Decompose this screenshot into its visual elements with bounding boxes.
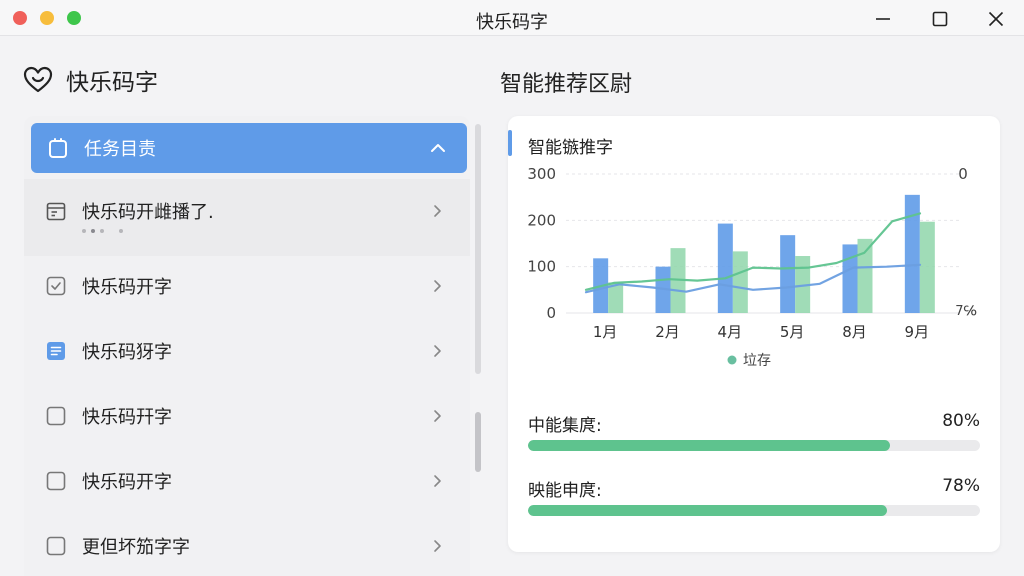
x-tick-label: 9月 <box>905 323 930 341</box>
list-item[interactable]: 快乐码幵字 <box>24 384 470 448</box>
task-list-panel: 任务目责 快乐码开雌播了. 快乐码开字 快乐码犽字 快乐码幵字 快乐码开字 更但… <box>24 116 470 576</box>
list-item[interactable]: 快乐码犽字 <box>24 319 470 383</box>
chevron-right-icon[interactable] <box>430 409 444 423</box>
stat-value: 80% <box>942 411 980 431</box>
x-tick-label: 4月 <box>718 323 743 341</box>
legend-label: 垃存 <box>743 353 771 369</box>
list-item-label: 更但坏笳字字 <box>82 537 190 558</box>
bar-series-2 <box>732 251 748 313</box>
square-icon[interactable] <box>44 404 68 428</box>
brand: 快乐码字 <box>22 64 158 96</box>
bar-series-2 <box>919 221 935 313</box>
scrollbar-thumb[interactable] <box>475 412 481 472</box>
list-item-label: 快乐码开字 <box>82 277 172 298</box>
progress-fill <box>528 505 888 516</box>
stat-value: 78% <box>942 476 980 496</box>
check-square-icon[interactable] <box>44 274 68 298</box>
list-item[interactable]: 更但坏笳字字 <box>24 514 470 576</box>
list-item-label: 快乐码幵字 <box>82 407 172 428</box>
x-tick-label: 1月 <box>593 323 618 341</box>
list-item-expanded[interactable]: 快乐码开雌播了. <box>24 179 470 256</box>
y-tick-label: 100 <box>527 258 556 276</box>
x-tick-label: 8月 <box>842 323 867 341</box>
close-icon[interactable] <box>983 6 1009 32</box>
calendar-icon <box>46 202 66 221</box>
task-group-header[interactable]: 任务目责 <box>31 123 467 173</box>
list-item[interactable]: 快乐码开字 <box>24 254 470 318</box>
y-tick-label: 300 <box>527 165 556 183</box>
bar-series-2 <box>857 238 873 313</box>
minimize-icon[interactable] <box>870 6 896 32</box>
pagination-dot-active[interactable] <box>91 229 95 233</box>
stat-label: 中能集庹: <box>528 416 602 436</box>
chevron-up-icon[interactable] <box>429 139 447 157</box>
recommend-card: 智能镞推字 300 200 100 0 0 7℅ 1月 2月 4月 5月 8月 9月 垃存 中能集庹: … <box>508 116 1000 552</box>
right-axis-label: 0 <box>958 165 968 183</box>
chevron-right-icon[interactable] <box>430 344 444 358</box>
bar-series-1 <box>842 244 858 313</box>
progress-track <box>528 505 980 516</box>
pagination-dots <box>82 229 128 233</box>
list-item-label: 快乐码开字 <box>82 472 172 493</box>
section-title: 智能推荐区尉 <box>500 72 633 97</box>
combo-chart: 300 200 100 0 0 7℅ 1月 2月 4月 5月 8月 9月垃存 <box>527 165 977 369</box>
pagination-dot[interactable] <box>119 229 123 233</box>
chevron-right-icon[interactable] <box>430 279 444 293</box>
list-scrollbar[interactable] <box>474 120 482 575</box>
chevron-right-icon[interactable] <box>430 474 444 488</box>
maximize-icon[interactable] <box>927 6 953 32</box>
bar-series-1 <box>904 194 920 313</box>
bar-series-1 <box>780 235 796 313</box>
brand-name: 快乐码字 <box>66 70 158 96</box>
progress-track <box>528 440 980 451</box>
bar-series-1 <box>717 223 733 313</box>
list-item-label: 快乐码犽字 <box>82 342 172 363</box>
square-icon[interactable] <box>44 469 68 493</box>
square-icon[interactable] <box>44 534 68 558</box>
clipboard-icon <box>49 138 67 158</box>
y-tick-label: 0 <box>546 304 556 322</box>
chevron-right-icon[interactable] <box>430 204 444 218</box>
stat-label: 映能申庹: <box>528 481 602 501</box>
pagination-dot[interactable] <box>100 229 104 233</box>
title-bar: 快乐码字 <box>0 0 1024 36</box>
legend-swatch <box>727 355 737 365</box>
scrollbar-track-segment[interactable] <box>475 124 481 374</box>
y-tick-label: 200 <box>527 211 556 229</box>
note-icon[interactable] <box>44 339 68 363</box>
x-tick-label: 2月 <box>655 323 680 341</box>
list-item-row: 快乐码开雌播了. <box>24 179 470 243</box>
heart-logo-icon <box>23 66 53 93</box>
pagination-dot[interactable] <box>82 229 86 233</box>
list-item-label: 快乐码开雌播了. <box>82 202 214 223</box>
chevron-right-icon[interactable] <box>430 539 444 553</box>
right-axis-label: 7℅ <box>955 304 977 319</box>
task-group-label: 任务目责 <box>84 139 156 160</box>
progress-fill <box>528 440 890 451</box>
list-item[interactable]: 快乐码开字 <box>24 449 470 513</box>
x-tick-label: 5月 <box>780 323 805 341</box>
